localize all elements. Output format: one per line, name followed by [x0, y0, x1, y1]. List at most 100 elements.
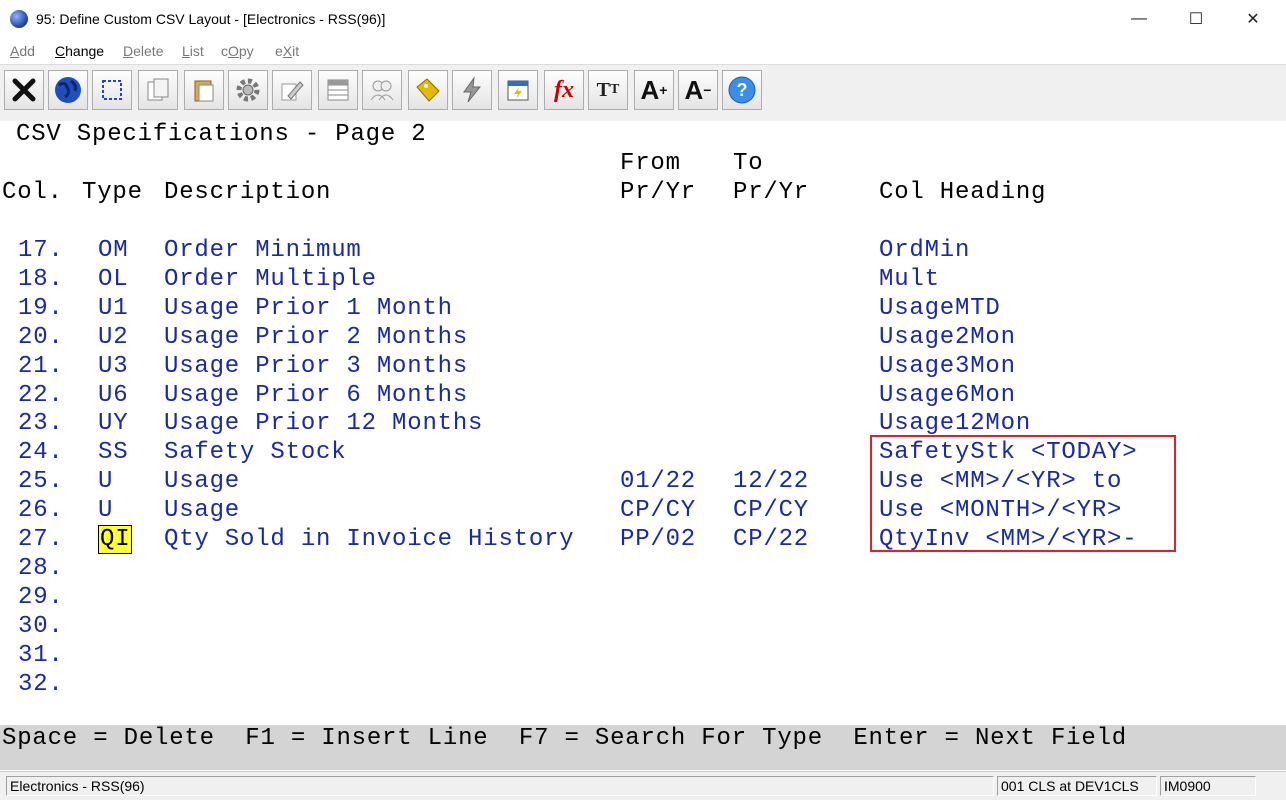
row-description[interactable]: Qty Sold in Invoice History — [164, 526, 574, 554]
row-type[interactable]: U6 — [98, 382, 128, 410]
to-header-top: To — [733, 150, 764, 177]
row-type[interactable]: U1 — [98, 295, 128, 323]
row-description[interactable]: Order Multiple — [164, 266, 377, 294]
row-col-number: 24. — [18, 439, 64, 466]
gear-icon[interactable] — [228, 70, 268, 110]
row-col-number: 21. — [18, 353, 64, 380]
page-title: CSV Specifications - Page 2 — [16, 121, 427, 148]
row-col-number: 19. — [18, 295, 64, 322]
row-type[interactable]: U2 — [98, 324, 128, 352]
from-header-bottom: Pr/Yr — [620, 179, 697, 206]
close-button[interactable]: ✕ — [1230, 4, 1276, 34]
menu-item-3[interactable]: List — [182, 43, 204, 59]
row-col-number: 22. — [18, 382, 64, 409]
status-company: Electronics - RSS(96) — [6, 776, 994, 796]
text-size-icon[interactable]: TT — [588, 70, 628, 110]
function-icon[interactable]: fx — [544, 70, 584, 110]
row-to[interactable]: CP/CY — [733, 497, 809, 525]
help-icon[interactable]: ? — [722, 70, 762, 110]
maximize-button[interactable]: ☐ — [1173, 4, 1219, 34]
description-header: Description — [164, 179, 332, 206]
row-description[interactable]: Usage Prior 2 Months — [164, 324, 468, 352]
status-bar: Electronics - RSS(96) 001 CLS at DEV1CLS… — [0, 771, 1286, 800]
row-description[interactable]: Usage — [164, 497, 240, 525]
row-col-number: 27. — [18, 526, 64, 553]
to-header-bottom: Pr/Yr — [733, 179, 810, 206]
row-col-number: 18. — [18, 266, 64, 293]
row-from[interactable]: CP/CY — [620, 497, 696, 525]
globe-icon[interactable] — [48, 70, 88, 110]
row-from[interactable]: PP/02 — [620, 526, 696, 554]
row-type[interactable]: U3 — [98, 353, 128, 381]
row-type[interactable]: QI — [98, 525, 133, 554]
tag-icon[interactable] — [408, 70, 448, 110]
clipboard-icon[interactable] — [184, 70, 224, 110]
edit-icon[interactable] — [272, 70, 312, 110]
row-col-number: 20. — [18, 324, 64, 351]
menu-item-4[interactable]: cOpy — [221, 43, 254, 59]
row-heading[interactable]: OrdMin — [879, 237, 970, 265]
row-type[interactable]: OL — [98, 266, 128, 294]
row-col-number: 29. — [18, 584, 64, 611]
row-heading[interactable]: Usage12Mon — [879, 410, 1031, 438]
menu-item-5[interactable]: eXit — [275, 43, 299, 59]
terminal-screen: CSV Specifications - Page 2 From To Col.… — [0, 121, 1286, 725]
row-col-number: 25. — [18, 468, 64, 495]
title-bar: 95: Define Custom CSV Layout - [Electron… — [0, 0, 1286, 38]
row-heading[interactable]: Usage2Mon — [879, 324, 1016, 352]
close-x-icon[interactable] — [4, 70, 44, 110]
window-title: 95: Define Custom CSV Layout - [Electron… — [36, 11, 386, 27]
row-type[interactable]: U — [98, 497, 113, 525]
row-col-number: 17. — [18, 237, 64, 264]
row-type[interactable]: OM — [98, 237, 128, 265]
font-increase-icon[interactable]: A + — [634, 70, 674, 110]
row-col-number: 23. — [18, 410, 64, 437]
active-type-field[interactable]: QI — [98, 525, 133, 554]
row-description[interactable]: Usage Prior 6 Months — [164, 382, 468, 410]
col-header: Col. — [2, 179, 63, 206]
row-col-number: 30. — [18, 613, 64, 640]
copy-pages-icon[interactable] — [138, 70, 178, 110]
row-to[interactable]: CP/22 — [733, 526, 809, 554]
row-from[interactable]: 01/22 — [620, 468, 696, 496]
minimize-button[interactable]: — — [1116, 4, 1162, 34]
annotation-box — [870, 435, 1176, 552]
function-key-bar: Space = Delete F1 = Insert Line F7 = Sea… — [0, 725, 1286, 770]
function-key-help: Space = Delete F1 = Insert Line F7 = Sea… — [2, 725, 1127, 752]
status-session: 001 CLS at DEV1CLS — [997, 776, 1157, 796]
row-type[interactable]: UY — [98, 410, 128, 438]
grid-icon[interactable] — [318, 70, 358, 110]
toolbar: fx TT A + A − ? — [0, 64, 1286, 122]
calendar-icon[interactable] — [498, 70, 538, 110]
row-description[interactable]: Usage Prior 3 Months — [164, 353, 468, 381]
row-col-number: 28. — [18, 555, 64, 582]
row-heading[interactable]: Usage3Mon — [879, 353, 1016, 381]
select-icon[interactable] — [92, 70, 132, 110]
status-program: IM0900 — [1160, 776, 1256, 796]
from-header-top: From — [620, 150, 681, 177]
col-heading-header: Col Heading — [879, 179, 1047, 206]
row-heading[interactable]: Usage6Mon — [879, 382, 1016, 410]
menu-item-0[interactable]: Add — [10, 43, 35, 59]
svg-text:?: ? — [737, 80, 748, 100]
row-description[interactable]: Order Minimum — [164, 237, 362, 265]
row-to[interactable]: 12/22 — [733, 468, 809, 496]
row-col-number: 31. — [18, 642, 64, 669]
row-type[interactable]: U — [98, 468, 113, 496]
row-description[interactable]: Usage Prior 12 Months — [164, 410, 483, 438]
row-heading[interactable]: UsageMTD — [879, 295, 1001, 323]
lightning-icon[interactable] — [452, 70, 492, 110]
font-decrease-icon[interactable]: A − — [678, 70, 718, 110]
row-description[interactable]: Usage Prior 1 Month — [164, 295, 453, 323]
row-type[interactable]: SS — [98, 439, 128, 467]
row-description[interactable]: Safety Stock — [164, 439, 346, 467]
row-col-number: 32. — [18, 671, 64, 698]
row-heading[interactable]: Mult — [879, 266, 940, 294]
app-globe-icon — [10, 10, 28, 28]
row-description[interactable]: Usage — [164, 468, 240, 496]
row-col-number: 26. — [18, 497, 64, 524]
type-header: Type — [82, 179, 143, 206]
people-icon[interactable] — [362, 70, 402, 110]
menu-item-1[interactable]: Change — [55, 43, 104, 59]
menu-item-2[interactable]: Delete — [123, 43, 163, 59]
